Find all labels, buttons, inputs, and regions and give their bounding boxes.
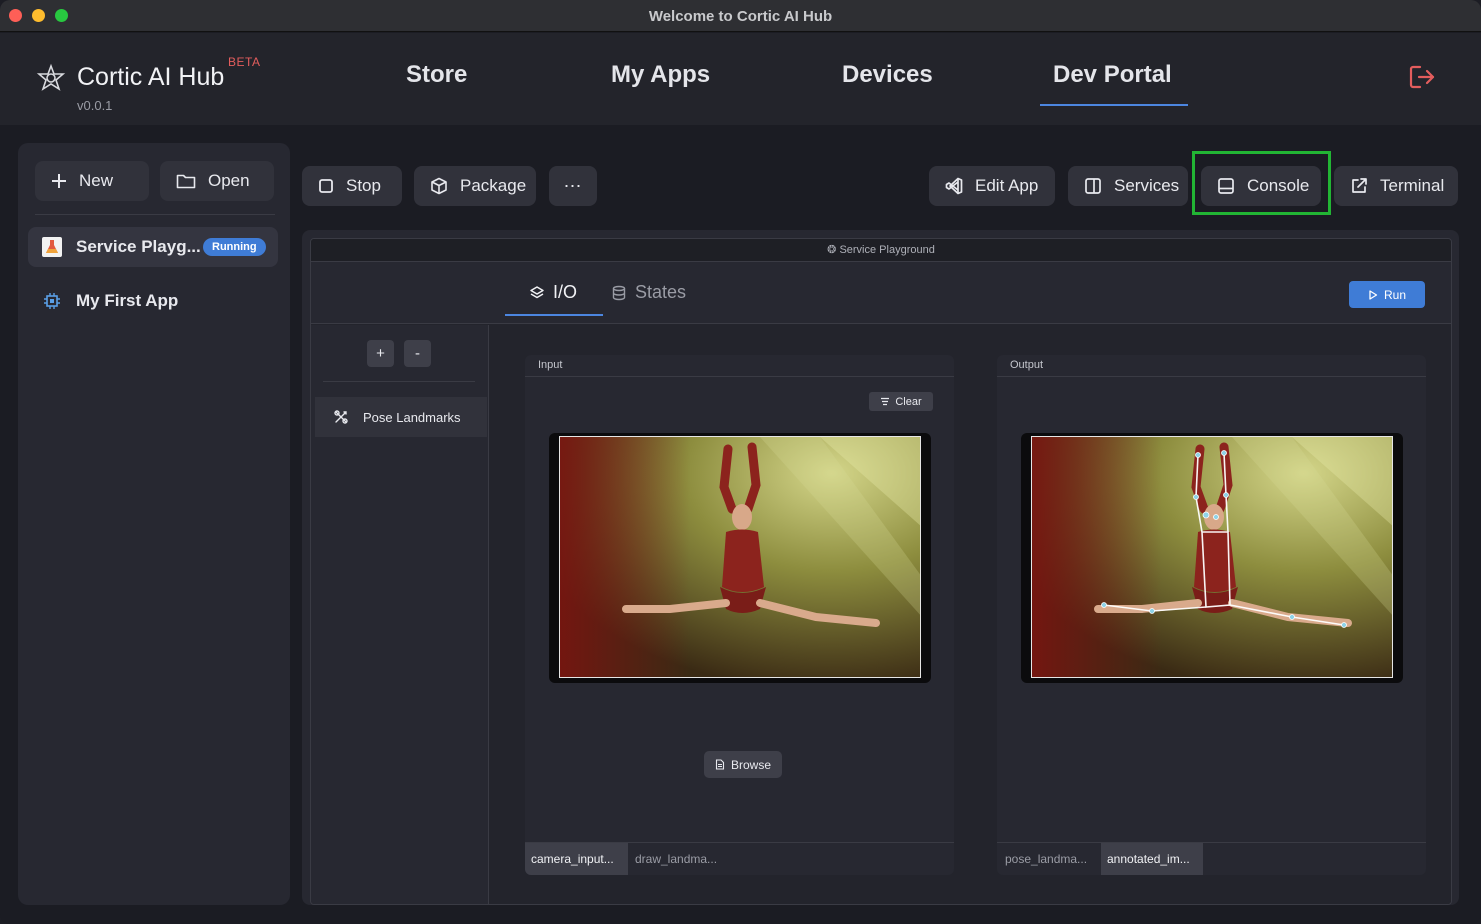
sidebar-divider (35, 214, 275, 215)
version-label: v0.0.1 (77, 98, 113, 113)
tools-icon (334, 410, 348, 424)
io-panel: Input Clear Browse camera_input... draw_… (490, 325, 1451, 904)
tab-states-label: States (635, 282, 687, 302)
nav-store[interactable]: Store (406, 61, 467, 89)
input-card: Input Clear Browse camera_input... draw_… (525, 355, 954, 875)
tab-io-label: I/O (553, 282, 578, 302)
clear-lines-icon (881, 397, 890, 406)
layers-icon (530, 285, 544, 298)
service-item-pose-landmarks[interactable]: Pose Landmarks (315, 397, 487, 437)
active-nav-indicator (1040, 104, 1188, 106)
file-icon (715, 759, 725, 770)
input-tab-camera-input[interactable]: camera_input... (525, 843, 628, 875)
terminal-button[interactable]: Terminal (1334, 166, 1458, 206)
nav-my-apps[interactable]: My Apps (611, 61, 710, 89)
browse-button[interactable]: Browse (704, 751, 782, 778)
services-button[interactable]: Services (1068, 166, 1188, 206)
folder-icon (176, 174, 196, 189)
input-heading: Input (525, 355, 954, 377)
annotated-dancer-photo (1032, 437, 1392, 677)
clear-button-label: Clear (895, 395, 922, 408)
edit-app-button[interactable]: Edit App (929, 166, 1055, 206)
output-tab-bar: pose_landma... annotated_im... (997, 842, 1426, 875)
edit-app-button-label: Edit App (975, 176, 1039, 195)
active-tab-indicator (505, 314, 603, 316)
sidebar-panel-icon (1085, 178, 1101, 194)
open-button-label: Open (208, 171, 250, 190)
play-icon (1369, 289, 1378, 300)
window-title: Welcome to Cortic AI Hub (648, 8, 833, 25)
external-link-icon (1352, 178, 1367, 193)
vscode-icon (945, 177, 963, 195)
dancer-photo (560, 437, 920, 677)
output-tab-annotated-image[interactable]: annotated_im... (1101, 843, 1203, 875)
clear-button[interactable]: Clear (869, 392, 933, 411)
service-playground-window: ❂ Service Playground I/O States Run + - … (310, 238, 1452, 905)
app-window: Welcome to Cortic AI Hub Cortic AI Hub B… (0, 0, 1481, 924)
status-badge: Running (203, 238, 266, 256)
services-button-label: Services (1114, 176, 1180, 195)
playground-title-bar: ❂ Service Playground (311, 239, 1451, 262)
sidebar-item-service-playground[interactable]: Service Playg... Running (28, 227, 278, 267)
tab-states[interactable]: States (611, 282, 686, 303)
nav-dev-portal[interactable]: Dev Portal (1053, 61, 1172, 89)
nav-devices[interactable]: Devices (842, 61, 933, 89)
browse-button-label: Browse (730, 757, 771, 772)
output-image-frame (1021, 433, 1403, 683)
new-button-label: New (79, 171, 114, 190)
cortic-logo-icon (36, 63, 66, 91)
app-sidebar: New Open Service Playg... Running My Fir… (18, 143, 290, 905)
package-button[interactable]: Package (414, 166, 536, 206)
app-header: Cortic AI Hub BETA v0.0.1 Store My Apps … (0, 33, 1481, 125)
plus-icon (52, 174, 66, 188)
brand-title: Cortic AI Hub (77, 63, 225, 91)
playground-tab-bar: I/O States Run (311, 262, 1451, 324)
more-options-button[interactable]: ⋯ (549, 166, 597, 206)
logout-icon[interactable] (1408, 64, 1436, 90)
chip-icon (44, 293, 60, 309)
title-bar: Welcome to Cortic AI Hub (0, 0, 1481, 32)
sidebar-item-label: Service Playg... (76, 237, 201, 256)
service-item-label: Pose Landmarks (363, 409, 461, 425)
output-heading: Output (997, 355, 1426, 377)
run-button[interactable]: Run (1349, 281, 1425, 308)
database-icon (612, 285, 626, 300)
stop-button-label: Stop (346, 176, 381, 195)
output-tab-pose-landmarks[interactable]: pose_landma... (999, 843, 1093, 875)
input-image-frame (549, 433, 931, 683)
more-icon: ⋯ (563, 175, 583, 196)
stop-icon (319, 179, 333, 193)
input-tab-bar: camera_input... draw_landma... (525, 842, 954, 875)
terminal-button-label: Terminal (1380, 176, 1445, 195)
playground-title: Service Playground (839, 244, 935, 256)
flask-icon (42, 237, 62, 257)
main-panel: ❂ Service Playground I/O States Run + - … (302, 230, 1459, 905)
new-app-button[interactable]: New (35, 161, 149, 201)
sidebar-item-label: My First App (76, 291, 179, 310)
sidebar-item-my-first-app[interactable]: My First App (28, 281, 278, 321)
open-app-button[interactable]: Open (160, 161, 274, 201)
run-button-label: Run (1383, 287, 1406, 302)
package-button-label: Package (460, 176, 527, 195)
beta-label: BETA (228, 55, 261, 69)
console-highlight-box (1192, 151, 1331, 215)
output-card: Output pose_landma... annotated_im... (997, 355, 1426, 875)
service-list-panel: + - Pose Landmarks (311, 325, 489, 904)
package-icon (431, 177, 447, 195)
service-list-divider (323, 381, 475, 382)
input-tab-draw-landmarks[interactable]: draw_landma... (629, 843, 723, 875)
stop-button[interactable]: Stop (302, 166, 402, 206)
tab-io[interactable]: I/O (529, 282, 577, 303)
add-service-button[interactable]: + (367, 340, 394, 367)
input-image[interactable] (559, 436, 921, 678)
remove-service-button[interactable]: - (404, 340, 431, 367)
output-image[interactable] (1031, 436, 1393, 678)
playground-title-icon: ❂ (827, 244, 837, 256)
